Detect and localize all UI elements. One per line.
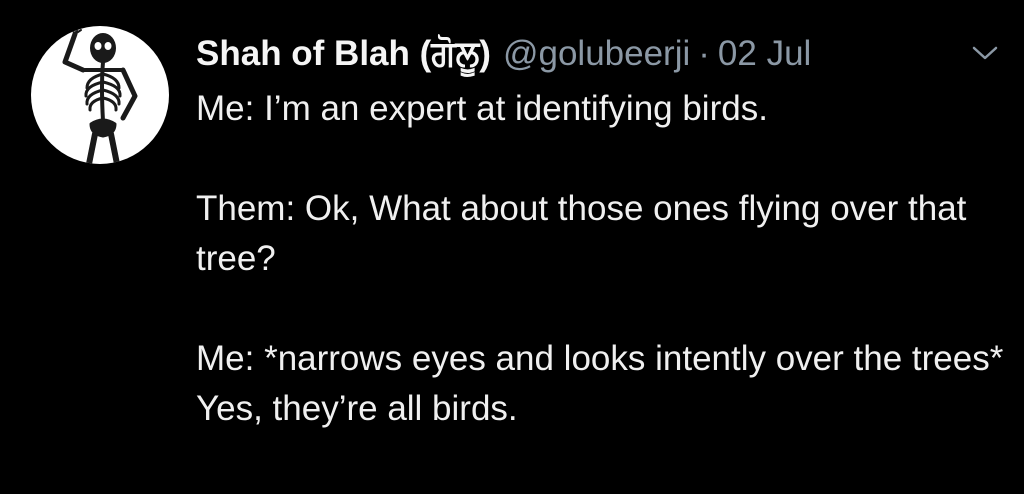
tweet-paragraph: Them: Ok, What about those ones flying o… xyxy=(196,189,967,278)
display-name[interactable]: Shah of Blah (ਗੋਲੂ) xyxy=(196,30,491,78)
tweet-date[interactable]: 02 Jul xyxy=(718,30,811,78)
chevron-down-icon[interactable] xyxy=(970,40,1000,64)
tweet-paragraph: Me: *narrows eyes and looks intently ove… xyxy=(196,339,1004,428)
tweet-paragraph: Me: I’m an expert at identifying birds. xyxy=(196,89,768,128)
avatar[interactable] xyxy=(31,26,169,164)
user-handle[interactable]: @golubeerji xyxy=(503,30,690,78)
tweet: Shah of Blah (ਗੋਲੂ) @golubeerji · 02 Jul… xyxy=(0,0,1024,494)
tweet-header: Shah of Blah (ਗੋਲੂ) @golubeerji · 02 Jul xyxy=(196,30,811,78)
header-separator: · xyxy=(698,34,710,73)
tweet-text: Me: I’m an expert at identifying birds. … xyxy=(196,84,1011,434)
skeleton-icon xyxy=(62,27,138,164)
